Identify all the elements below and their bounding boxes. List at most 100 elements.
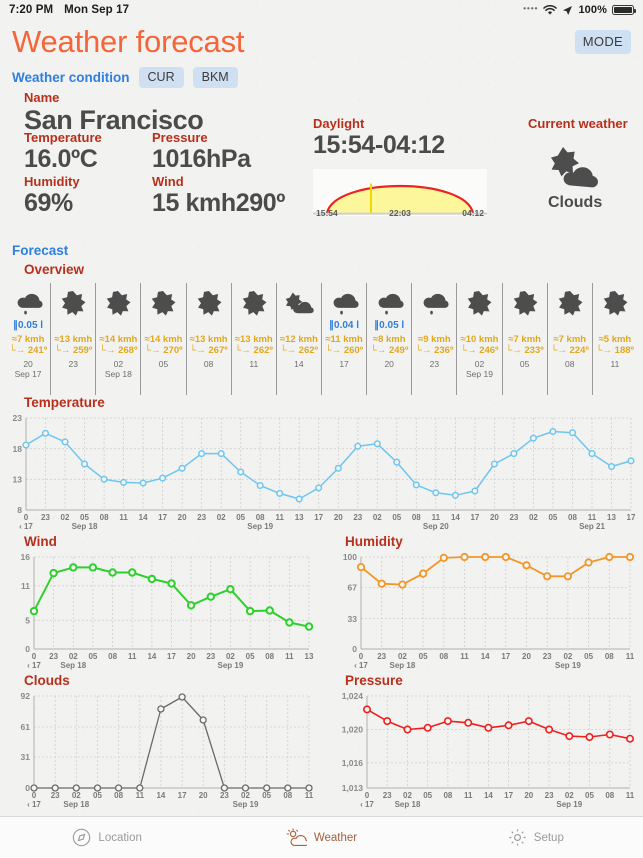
svg-text:0: 0 xyxy=(352,644,357,654)
bkm-button[interactable]: BKM xyxy=(192,67,238,88)
forecast-column[interactable]: ≈5 kmh └→ 188º 11 xyxy=(591,283,637,395)
sun-icon xyxy=(241,286,267,320)
svg-text:20: 20 xyxy=(178,513,187,522)
svg-text:14: 14 xyxy=(156,791,165,800)
svg-text:05: 05 xyxy=(548,513,557,522)
forecast-rain: ∥0.04 l xyxy=(329,320,360,331)
forecast-wind: ≈13 kmh xyxy=(189,334,228,345)
svg-text:08: 08 xyxy=(605,652,614,661)
svg-text:02: 02 xyxy=(403,791,412,800)
compass-icon xyxy=(73,828,91,847)
forecast-wind-direction: └→ 270º xyxy=(144,345,183,356)
svg-text:61: 61 xyxy=(21,722,31,732)
svg-text:20: 20 xyxy=(490,513,499,522)
noon-time: 22:03 xyxy=(389,208,411,218)
forecast-column[interactable]: ∥0.05 l ≈8 kmh └→ 249º 20 xyxy=(366,283,411,395)
svg-text:23: 23 xyxy=(49,652,58,661)
forecast-column[interactable]: ≈10 kmh └→ 246º 02 Sep 19 xyxy=(456,283,501,395)
wind-value: 15 kmh290º xyxy=(152,189,285,217)
svg-text:05: 05 xyxy=(423,791,432,800)
forecast-column[interactable]: ≈12 kmh └→ 262º 14 xyxy=(275,283,321,395)
rain-cloud-icon xyxy=(374,286,404,320)
sun-icon xyxy=(60,286,86,320)
svg-text:8: 8 xyxy=(17,505,22,515)
forecast-wind: ≈14 kmh xyxy=(144,334,183,345)
charts-row-2: Clouds 0 31 61 92 0 23 02 05 08 11 14 17 20 23 02 05 08 1… xyxy=(0,673,643,814)
forecast-column[interactable]: ≈13 kmh └→ 259º 23 xyxy=(50,283,95,395)
forecast-column[interactable]: ≈9 kmh └→ 236º 23 xyxy=(411,283,456,395)
svg-text:11: 11 xyxy=(305,791,314,800)
clouds-chart[interactable]: 0 31 61 92 0 23 02 05 08 11 14 17 20 23 02 05 08 11 ‹ 17 Se… xyxy=(0,688,321,814)
svg-text:13: 13 xyxy=(305,652,314,661)
forecast-wind: ≈7 kmh xyxy=(11,334,45,345)
clouds-chart-title: Clouds xyxy=(24,673,70,688)
svg-text:20: 20 xyxy=(524,791,533,800)
current-weather-label: Current weather xyxy=(528,116,628,131)
svg-text:0: 0 xyxy=(24,513,29,522)
current-weather-icon xyxy=(545,145,605,196)
svg-text:1,013: 1,013 xyxy=(342,783,364,793)
svg-text:Sep 19: Sep 19 xyxy=(233,800,259,809)
svg-text:Sep 19: Sep 19 xyxy=(555,661,581,670)
svg-text:08: 08 xyxy=(256,513,265,522)
forecast-overview-header: Overview xyxy=(0,260,643,279)
forecast-column[interactable]: ∥0.05 l ≈7 kmh └→ 241º 20 Sep 17 xyxy=(6,283,50,395)
forecast-header: Forecast xyxy=(0,238,643,260)
svg-text:11: 11 xyxy=(626,791,635,800)
pressure-chart[interactable]: 1,013 1,016 1,020 1,024 0 23 02 05 08 11 14 17 20 23 0… xyxy=(321,688,642,814)
forecast-day: Sep 18 xyxy=(104,369,132,379)
forecast-wind-direction: └→ 268º xyxy=(99,345,138,356)
svg-text:08: 08 xyxy=(568,513,577,522)
wind-chart[interactable]: 0 5 11 16 0 23 02 05 08 11 14 17 20 23 02 05 08 11 13 ‹ 17 S… xyxy=(0,549,321,673)
forecast-wind-direction: └→ 267º xyxy=(189,345,228,356)
forecast-hour: 23 xyxy=(429,359,440,369)
svg-text:16: 16 xyxy=(21,552,31,562)
forecast-wind-direction: └→ 260º xyxy=(324,345,364,356)
svg-text:02: 02 xyxy=(398,652,407,661)
svg-text:02: 02 xyxy=(217,513,226,522)
svg-text:1,024: 1,024 xyxy=(342,691,364,701)
svg-text:13: 13 xyxy=(13,475,23,485)
forecast-column[interactable]: ≈7 kmh └→ 233º 05 xyxy=(501,283,547,395)
svg-text:31: 31 xyxy=(21,752,31,762)
mode-button[interactable]: MODE xyxy=(574,30,631,54)
svg-text:Sep 18: Sep 18 xyxy=(395,800,421,809)
svg-text:‹ 17: ‹ 17 xyxy=(19,522,33,531)
svg-text:05: 05 xyxy=(262,791,271,800)
svg-text:23: 23 xyxy=(220,791,229,800)
forecast-column[interactable]: ≈14 kmh └→ 268º 02 Sep 18 xyxy=(95,283,140,395)
temperature-chart[interactable]: 8 13 18 23 0 23 02 05 08 11 14 17 20 23 02 05 08 11 13 17 20… xyxy=(0,410,643,534)
tab-setup[interactable]: Setup xyxy=(429,828,643,847)
forecast-column[interactable]: ≈13 kmh └→ 262º 11 xyxy=(230,283,276,395)
cur-button[interactable]: CUR xyxy=(138,67,184,88)
tab-weather-label: Weather xyxy=(313,831,358,844)
svg-text:23: 23 xyxy=(377,652,386,661)
humidity-value: 69% xyxy=(24,189,73,217)
forecast-hour: 08 xyxy=(565,359,575,369)
svg-text:14: 14 xyxy=(147,652,156,661)
forecast-wind-direction: └→ 241º xyxy=(8,345,48,356)
forecast-column[interactable]: ≈14 kmh └→ 270º 05 xyxy=(140,283,185,395)
svg-text:1,016: 1,016 xyxy=(342,758,364,768)
forecast-column[interactable]: ∥0.04 l ≈11 kmh └→ 260º 17 xyxy=(320,283,366,395)
svg-text:11: 11 xyxy=(21,581,30,591)
humidity-label: Humidity xyxy=(24,174,80,189)
humidity-chart[interactable]: 0 33 67 100 0 23 02 05 08 11 14 17 20 23 02 05 08 11 ‹ 17 S… xyxy=(321,549,642,673)
tab-location[interactable]: Location xyxy=(0,828,214,847)
status-bar: 7:20 PM Mon Sep 17 •••• 100% xyxy=(0,0,643,20)
temperature-chart-title: Temperature xyxy=(24,395,105,410)
status-date: Mon Sep 17 xyxy=(64,4,130,16)
forecast-hour: 14 xyxy=(294,359,304,369)
forecast-column[interactable]: ≈13 kmh └→ 267º 08 xyxy=(185,283,231,395)
svg-text:08: 08 xyxy=(100,513,109,522)
svg-text:‹ 17: ‹ 17 xyxy=(27,661,41,670)
weather-condition-header: Weather condition CUR BKM xyxy=(0,64,643,88)
svg-text:100: 100 xyxy=(343,552,357,562)
battery-percent: 100% xyxy=(578,4,607,16)
svg-text:Sep 18: Sep 18 xyxy=(72,522,98,531)
weather-condition-title: Weather condition xyxy=(12,70,130,85)
svg-text:08: 08 xyxy=(108,652,117,661)
tab-weather[interactable]: Weather xyxy=(214,828,428,847)
forecast-column[interactable]: ≈7 kmh └→ 224º 08 xyxy=(546,283,592,395)
forecast-hour: 23 xyxy=(68,359,78,369)
